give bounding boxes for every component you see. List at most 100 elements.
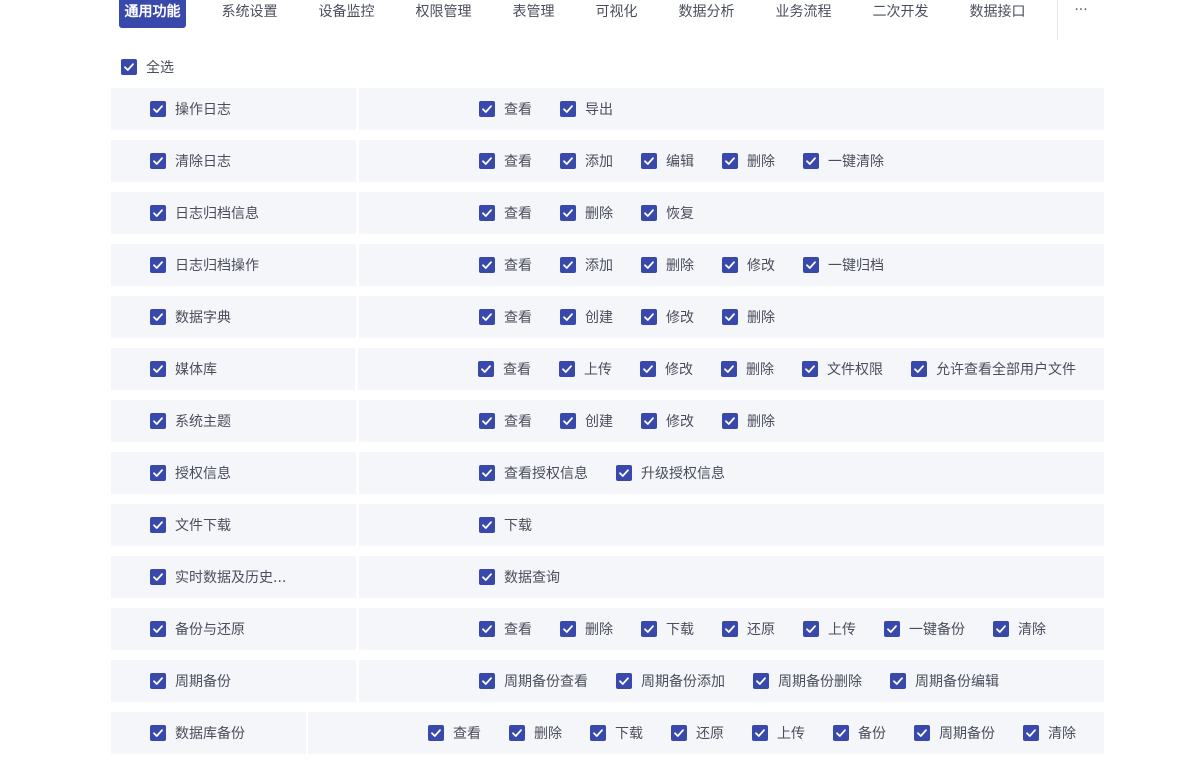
- tab-3[interactable]: 权限管理: [407, 0, 480, 28]
- tab-0[interactable]: 通用功能: [119, 0, 186, 28]
- permission-item[interactable]: 导出: [560, 99, 613, 119]
- permission-item[interactable]: 查看: [428, 723, 481, 743]
- permission-item[interactable]: 查看: [479, 99, 532, 119]
- permission-checkbox[interactable]: [509, 725, 525, 741]
- permission-checkbox[interactable]: [911, 361, 927, 377]
- permission-checkbox[interactable]: [803, 257, 819, 273]
- permission-item[interactable]: 周期备份查看: [479, 671, 588, 691]
- permission-item[interactable]: 查看: [479, 619, 532, 639]
- permission-checkbox[interactable]: [753, 673, 769, 689]
- permission-checkbox[interactable]: [641, 621, 657, 637]
- permission-checkbox[interactable]: [559, 361, 575, 377]
- tab-8[interactable]: 二次开发: [864, 0, 937, 28]
- permission-checkbox[interactable]: [616, 465, 632, 481]
- permission-checkbox[interactable]: [479, 257, 495, 273]
- permission-checkbox[interactable]: [479, 153, 495, 169]
- tab-more-button[interactable]: ···: [1068, 0, 1094, 24]
- permission-item[interactable]: 下载: [641, 619, 694, 639]
- permission-item[interactable]: 周期备份添加: [616, 671, 725, 691]
- permission-checkbox[interactable]: [479, 517, 495, 533]
- permission-checkbox[interactable]: [993, 621, 1009, 637]
- permission-item[interactable]: 升级授权信息: [616, 463, 725, 483]
- permission-checkbox[interactable]: [641, 153, 657, 169]
- module-checkbox[interactable]: [150, 205, 166, 221]
- module-checkbox[interactable]: [150, 413, 166, 429]
- permission-checkbox[interactable]: [479, 309, 495, 325]
- permission-item[interactable]: 上传: [752, 723, 805, 743]
- permission-checkbox[interactable]: [560, 257, 576, 273]
- permission-checkbox[interactable]: [560, 309, 576, 325]
- permission-item[interactable]: 删除: [509, 723, 562, 743]
- permission-checkbox[interactable]: [640, 361, 656, 377]
- permission-item[interactable]: 还原: [671, 723, 724, 743]
- permission-item[interactable]: 备份: [833, 723, 886, 743]
- tab-6[interactable]: 数据分析: [670, 0, 743, 28]
- permission-item[interactable]: 允许查看全部用户文件: [911, 359, 1076, 379]
- permission-item[interactable]: 周期备份: [914, 723, 995, 743]
- permission-checkbox[interactable]: [1023, 725, 1039, 741]
- permission-checkbox[interactable]: [803, 153, 819, 169]
- permission-checkbox[interactable]: [560, 205, 576, 221]
- permission-item[interactable]: 查看: [479, 307, 532, 327]
- permission-checkbox[interactable]: [641, 309, 657, 325]
- permission-item[interactable]: 添加: [560, 255, 613, 275]
- permission-checkbox[interactable]: [722, 153, 738, 169]
- permission-checkbox[interactable]: [833, 725, 849, 741]
- tab-4[interactable]: 表管理: [505, 0, 562, 28]
- permission-item[interactable]: 修改: [641, 411, 694, 431]
- tab-9[interactable]: 数据接口: [961, 0, 1034, 28]
- permission-item[interactable]: 编辑: [641, 151, 694, 171]
- permission-checkbox[interactable]: [671, 725, 687, 741]
- permission-item[interactable]: 创建: [560, 307, 613, 327]
- select-all-checkbox[interactable]: [121, 59, 137, 75]
- permission-checkbox[interactable]: [479, 621, 495, 637]
- permission-item[interactable]: 查看授权信息: [479, 463, 588, 483]
- tab-5[interactable]: 可视化: [587, 0, 646, 28]
- module-checkbox[interactable]: [150, 101, 166, 117]
- permission-checkbox[interactable]: [752, 725, 768, 741]
- permission-checkbox[interactable]: [890, 673, 906, 689]
- permission-checkbox[interactable]: [722, 413, 738, 429]
- permission-checkbox[interactable]: [560, 153, 576, 169]
- permission-checkbox[interactable]: [641, 413, 657, 429]
- permission-item[interactable]: 一键清除: [803, 151, 884, 171]
- permission-item[interactable]: 下载: [479, 515, 532, 535]
- module-checkbox[interactable]: [150, 465, 166, 481]
- permission-item[interactable]: 删除: [722, 151, 775, 171]
- permission-checkbox[interactable]: [428, 725, 444, 741]
- permission-item[interactable]: 删除: [560, 203, 613, 223]
- permission-item[interactable]: 查看: [479, 255, 532, 275]
- permission-item[interactable]: 查看: [479, 151, 532, 171]
- select-all[interactable]: 全选: [121, 58, 174, 76]
- module-checkbox[interactable]: [150, 361, 166, 377]
- permission-item[interactable]: 修改: [640, 359, 693, 379]
- permission-checkbox[interactable]: [560, 101, 576, 117]
- permission-item[interactable]: 清除: [993, 619, 1046, 639]
- permission-checkbox[interactable]: [479, 569, 495, 585]
- module-checkbox[interactable]: [150, 257, 166, 273]
- module-checkbox[interactable]: [150, 673, 166, 689]
- permission-checkbox[interactable]: [479, 465, 495, 481]
- permission-checkbox[interactable]: [479, 205, 495, 221]
- permission-item[interactable]: 上传: [559, 359, 612, 379]
- permission-item[interactable]: 一键备份: [884, 619, 965, 639]
- module-checkbox[interactable]: [150, 725, 166, 741]
- permission-checkbox[interactable]: [560, 413, 576, 429]
- permission-checkbox[interactable]: [884, 621, 900, 637]
- permission-item[interactable]: 删除: [722, 307, 775, 327]
- tab-2[interactable]: 设备监控: [310, 0, 383, 28]
- permission-item[interactable]: 数据查询: [479, 567, 560, 587]
- permission-checkbox[interactable]: [803, 621, 819, 637]
- module-checkbox[interactable]: [150, 153, 166, 169]
- permission-checkbox[interactable]: [641, 257, 657, 273]
- permission-checkbox[interactable]: [616, 673, 632, 689]
- permission-item[interactable]: 清除: [1023, 723, 1076, 743]
- permission-checkbox[interactable]: [479, 673, 495, 689]
- tab-7[interactable]: 业务流程: [767, 0, 840, 28]
- permission-item[interactable]: 还原: [722, 619, 775, 639]
- permission-checkbox[interactable]: [590, 725, 606, 741]
- permission-item[interactable]: 创建: [560, 411, 613, 431]
- permission-checkbox[interactable]: [478, 361, 494, 377]
- permission-item[interactable]: 删除: [722, 411, 775, 431]
- permission-checkbox[interactable]: [560, 621, 576, 637]
